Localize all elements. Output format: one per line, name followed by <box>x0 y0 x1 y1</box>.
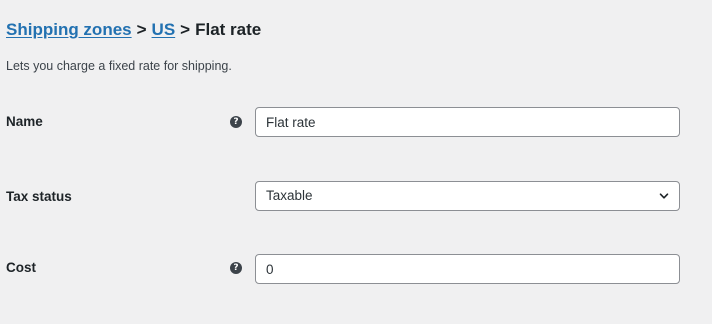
question-circle-icon: ? <box>230 116 242 128</box>
tax-status-selected-value: Taxable <box>266 188 313 203</box>
breadcrumb-link-us[interactable]: US <box>152 20 176 39</box>
cost-label: Cost <box>6 260 36 275</box>
shipping-method-settings: Shipping zones > US > Flat rate Lets you cha… <box>0 0 712 324</box>
method-description: Lets you charge a fixed rate for shippin… <box>6 59 232 73</box>
tax-status-label: Tax status <box>6 189 72 204</box>
breadcrumb-separator: > <box>136 20 147 39</box>
breadcrumb-current: Flat rate <box>195 20 262 39</box>
breadcrumb: Shipping zones > US > Flat rate <box>6 18 261 42</box>
tax-status-select[interactable]: Taxable <box>255 181 680 211</box>
breadcrumb-separator: > <box>180 20 191 39</box>
breadcrumb-link-shipping-zones[interactable]: Shipping zones <box>6 20 132 39</box>
chevron-down-icon <box>659 193 669 199</box>
name-input[interactable] <box>255 107 680 137</box>
question-circle-icon: ? <box>230 262 242 274</box>
cost-input[interactable] <box>255 254 680 284</box>
name-label: Name <box>6 114 43 129</box>
